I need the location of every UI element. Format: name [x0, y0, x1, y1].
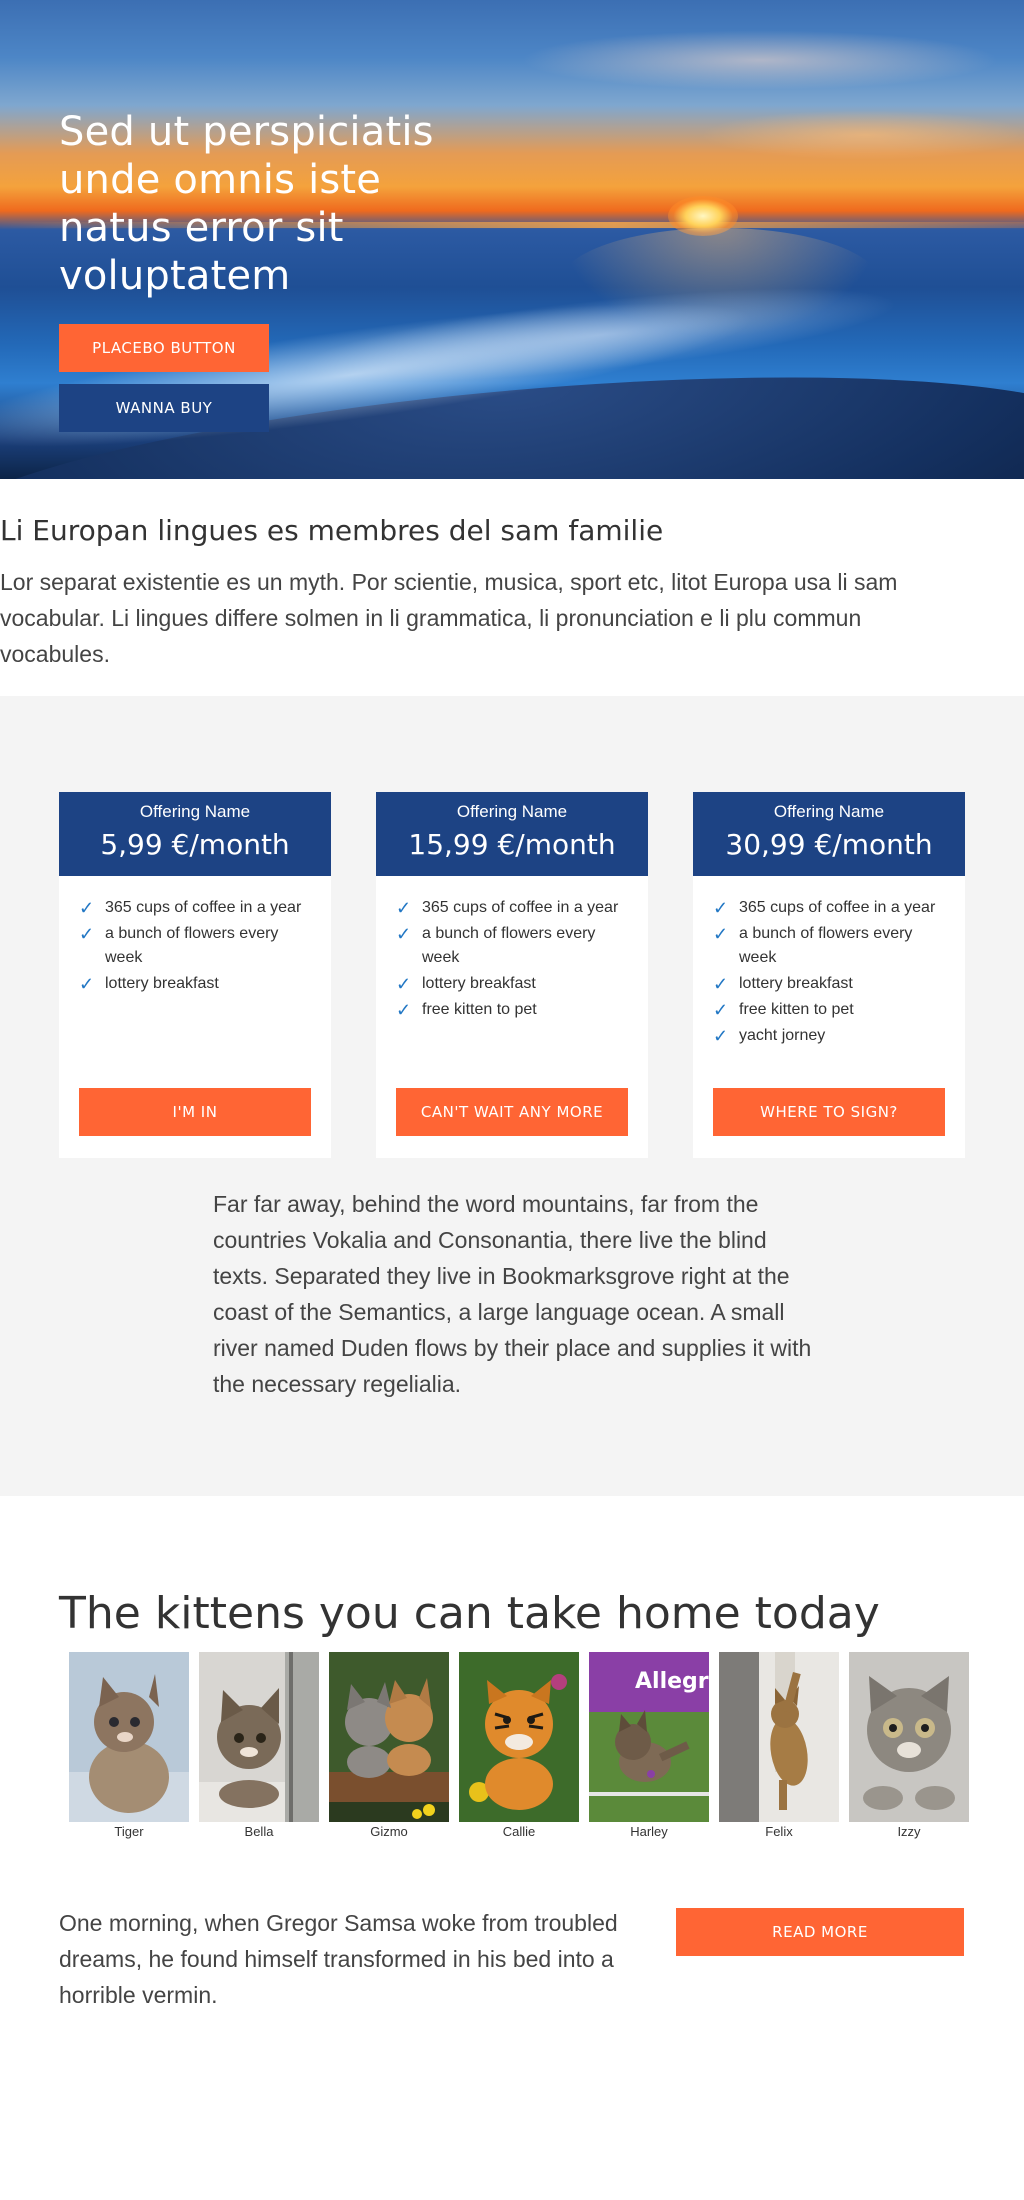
footer-text: One morning, when Gregor Samsa woke from…: [59, 1910, 618, 2008]
feature-item: ✓ 365 cups of coffee in a year: [79, 896, 319, 920]
feature-item: ✓ a bunch of flowers every week: [79, 922, 319, 970]
kitten-photo[interactable]: [849, 1652, 969, 1822]
feature-label: free kitten to pet: [422, 1001, 537, 1018]
im-in-button[interactable]: I'M IN: [79, 1088, 311, 1136]
check-icon: ✓: [713, 974, 729, 994]
pricing-card-header: Offering Name 5,99 €/month: [59, 792, 331, 876]
hero-banner: Sed ut perspiciatis unde omnis iste natu…: [0, 0, 1024, 479]
kitten-card[interactable]: Gizmo: [329, 1652, 449, 1839]
kitten-name: Harley: [630, 1824, 668, 1839]
check-icon: ✓: [713, 1026, 729, 1046]
feature-label: yacht jorney: [739, 1027, 826, 1044]
offering-name: Offering Name: [773, 802, 885, 821]
check-icon: ✓: [713, 898, 729, 918]
wanna-buy-button[interactable]: WANNA BUY: [59, 384, 269, 432]
kitten-name: Bella: [244, 1824, 274, 1839]
feature-item: ✓ lottery breakfast: [713, 972, 953, 996]
offering-name: Offering Name: [456, 802, 568, 821]
pricing-card: Offering Name 30,99 €/month ✓ 365 cups of…: [693, 792, 965, 1158]
hero-cloud: [700, 110, 1024, 160]
feature-item: ✓ free kitten to pet: [396, 998, 636, 1022]
kitten-name: Felix: [765, 1824, 793, 1839]
pricing-card-header: Offering Name 30,99 €/month: [693, 792, 965, 876]
feature-label: lottery breakfast: [739, 975, 853, 992]
hero-title: Sed ut perspiciatis unde omnis iste natu…: [59, 109, 434, 299]
pricing-card: Offering Name 15,99 €/month ✓ 365 cups of…: [376, 792, 648, 1158]
offering-name: Offering Name: [139, 802, 251, 821]
feature-item: ✓ 365 cups of coffee in a year: [713, 896, 953, 920]
feature-list: ✓ 365 cups of coffee in a year ✓ a bunch o…: [396, 896, 636, 1024]
hero-cloud: [520, 30, 1000, 90]
feature-item: ✓ 365 cups of coffee in a year: [396, 896, 636, 920]
kitten-name: Izzy: [897, 1824, 921, 1839]
read-more-button[interactable]: READ MORE: [676, 1908, 964, 1956]
kitten-photo[interactable]: Allegr: [589, 1652, 709, 1822]
pricing-section: Offering Name 5,99 €/month ✓ 365 cups of …: [0, 696, 1024, 1496]
check-icon: ✓: [79, 974, 95, 994]
offering-price: 30,99 €/month: [725, 828, 933, 861]
check-icon: ✓: [396, 974, 412, 994]
kitten-name: Callie: [502, 1824, 536, 1839]
feature-label: 365 cups of coffee in a year: [105, 899, 302, 916]
kitten-name: Tiger: [114, 1824, 144, 1839]
sign-text: Allegr: [635, 1669, 709, 1694]
where-to-sign-button[interactable]: WHERE TO SIGN?: [713, 1088, 945, 1136]
feature-label: a bunch of flowers every week: [422, 925, 596, 966]
feature-item: ✓ a bunch of flowers every week: [713, 922, 953, 970]
feature-item: ✓ lottery breakfast: [79, 972, 319, 996]
feature-item: ✓ lottery breakfast: [396, 972, 636, 996]
feature-label: 365 cups of coffee in a year: [739, 899, 936, 916]
feature-label: 365 cups of coffee in a year: [422, 899, 619, 916]
kitten-card[interactable]: Allegr Harley: [589, 1652, 709, 1839]
check-icon: ✓: [396, 924, 412, 944]
check-icon: ✓: [713, 924, 729, 944]
kitten-photo[interactable]: [199, 1652, 319, 1822]
feature-list: ✓ 365 cups of coffee in a year ✓ a bunch o…: [713, 896, 953, 1050]
feature-label: a bunch of flowers every week: [105, 925, 279, 966]
check-icon: ✓: [396, 898, 412, 918]
check-icon: ✓: [79, 924, 95, 944]
kitten-card[interactable]: Bella: [199, 1652, 319, 1839]
intro-text: Lor separat existentie es un myth. Por s…: [0, 569, 898, 667]
feature-label: lottery breakfast: [105, 975, 219, 992]
kitten-photo[interactable]: [329, 1652, 449, 1822]
feature-item: ✓ yacht jorney: [713, 1024, 953, 1048]
kitten-name: Gizmo: [370, 1824, 408, 1839]
kitten-card[interactable]: Tiger: [69, 1652, 189, 1839]
intro-title: Li Europan lingues es membres del sam fa…: [0, 514, 664, 547]
feature-item: ✓ free kitten to pet: [713, 998, 953, 1022]
feature-label: a bunch of flowers every week: [739, 925, 913, 966]
pricing-card: Offering Name 5,99 €/month ✓ 365 cups of …: [59, 792, 331, 1158]
kitten-card[interactable]: Felix: [719, 1652, 839, 1839]
pricing-card-header: Offering Name 15,99 €/month: [376, 792, 648, 876]
kitten-photo[interactable]: [69, 1652, 189, 1822]
feature-label: lottery breakfast: [422, 975, 536, 992]
offering-price: 15,99 €/month: [408, 828, 616, 861]
kitten-photo[interactable]: [719, 1652, 839, 1822]
check-icon: ✓: [79, 898, 95, 918]
cant-wait-button[interactable]: CAN'T WAIT ANY MORE: [396, 1088, 628, 1136]
check-icon: ✓: [396, 1000, 412, 1020]
pricing-description: Far far away, behind the word mountains,…: [213, 1191, 812, 1397]
feature-label: free kitten to pet: [739, 1001, 854, 1018]
kitten-photo[interactable]: [459, 1652, 579, 1822]
placebo-button[interactable]: PLACEBO BUTTON: [59, 324, 269, 372]
feature-item: ✓ a bunch of flowers every week: [396, 922, 636, 970]
offering-price: 5,99 €/month: [100, 828, 290, 861]
feature-list: ✓ 365 cups of coffee in a year ✓ a bunch o…: [79, 896, 319, 998]
kitten-card[interactable]: Callie: [459, 1652, 579, 1839]
kitten-card[interactable]: Izzy: [849, 1652, 969, 1839]
check-icon: ✓: [713, 1000, 729, 1020]
kittens-title: The kittens you can take home today: [59, 1588, 880, 1639]
